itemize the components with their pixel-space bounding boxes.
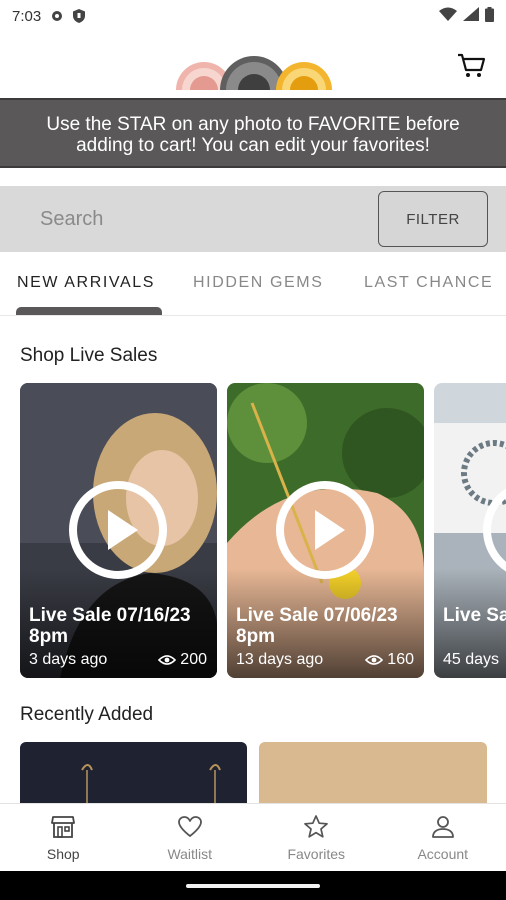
favorites-banner: Use the STAR on any photo to FAVORITE be… (0, 98, 506, 168)
nav-label: Account (417, 846, 469, 862)
category-tabs: NEW ARRIVALS HIDDEN GEMS LAST CHANCE (0, 262, 506, 316)
play-icon[interactable] (482, 480, 506, 580)
recently-added-list[interactable] (0, 742, 506, 804)
system-navigation-bar (0, 871, 506, 900)
view-count: 160 (387, 651, 414, 668)
tab-hidden-gems[interactable]: HIDDEN GEMS (193, 274, 324, 292)
battery-icon (485, 6, 494, 26)
live-sales-carousel[interactable]: Live Sale 07/16/23 8pm 3 days ago 200 Li… (0, 383, 506, 678)
eye-icon (365, 655, 384, 665)
app-header (0, 32, 506, 98)
play-icon[interactable] (68, 480, 168, 580)
product-thumbnail[interactable] (259, 742, 487, 804)
tab-new-arrivals[interactable]: NEW ARRIVALS (17, 274, 155, 292)
search-area: FILTER (0, 186, 506, 252)
search-input[interactable] (18, 193, 368, 245)
banner-line-2: adding to cart! You can edit your favori… (76, 135, 430, 156)
wifi-icon (439, 7, 457, 25)
product-thumbnail[interactable] (20, 742, 247, 804)
live-sale-card[interactable]: Live Sale 07/16/23 8pm 3 days ago 200 (20, 383, 217, 678)
live-sale-meta: 13 days ago 160 (236, 651, 414, 669)
live-sale-title: Live Sale 07/06/23 8pm (236, 605, 398, 647)
nav-account[interactable]: Account (380, 804, 506, 871)
live-sale-card[interactable]: Live Sale 7pm 45 days (434, 383, 506, 678)
home-gesture-handle[interactable] (186, 884, 320, 888)
shop-icon (51, 816, 76, 838)
banner-line-1: Use the STAR on any photo to FAVORITE be… (46, 114, 460, 135)
nav-label: Shop (46, 846, 80, 862)
live-sale-views: 200 (158, 651, 207, 669)
filter-button[interactable]: FILTER (378, 191, 488, 247)
live-sale-age: 3 days ago (29, 651, 108, 668)
yellow-flower-icon (276, 62, 332, 90)
brand-logo[interactable] (168, 42, 340, 92)
eye-icon (158, 655, 177, 665)
nav-label: Waitlist (167, 846, 213, 862)
heart-icon (177, 816, 202, 837)
live-sale-age: 45 days (443, 651, 500, 668)
nav-favorites[interactable]: Favorites (253, 804, 380, 871)
tab-last-chance[interactable]: LAST CHANCE (364, 274, 493, 292)
nav-waitlist[interactable]: Waitlist (127, 804, 254, 871)
live-sale-card[interactable]: Live Sale 07/06/23 8pm 13 days ago 160 (227, 383, 424, 678)
live-sales-title: Shop Live Sales (20, 345, 158, 366)
nav-label: Favorites (287, 846, 346, 862)
view-count: 200 (180, 651, 207, 668)
shield-icon (71, 8, 87, 24)
live-sale-meta: 3 days ago 200 (29, 651, 207, 669)
live-sale-meta: 45 days (443, 651, 506, 669)
cart-icon[interactable] (456, 50, 486, 80)
live-sale-title: Live Sale 07/16/23 8pm (29, 605, 191, 647)
signal-icon (463, 7, 479, 25)
settings-gear-icon (49, 8, 65, 24)
play-icon[interactable] (275, 480, 375, 580)
live-sale-title: Live Sale 7pm (443, 605, 506, 626)
bottom-navigation: Shop Waitlist Favorites Account (0, 803, 506, 871)
recently-added-title: Recently Added (20, 704, 154, 725)
nav-shop[interactable]: Shop (0, 804, 127, 871)
star-icon (304, 815, 329, 838)
status-bar: 7:03 (0, 0, 506, 32)
tab-indicator (16, 307, 162, 315)
status-time: 7:03 (12, 7, 42, 25)
live-sale-views: 160 (365, 651, 414, 669)
live-sale-age: 13 days ago (236, 651, 324, 668)
person-icon (431, 816, 454, 838)
